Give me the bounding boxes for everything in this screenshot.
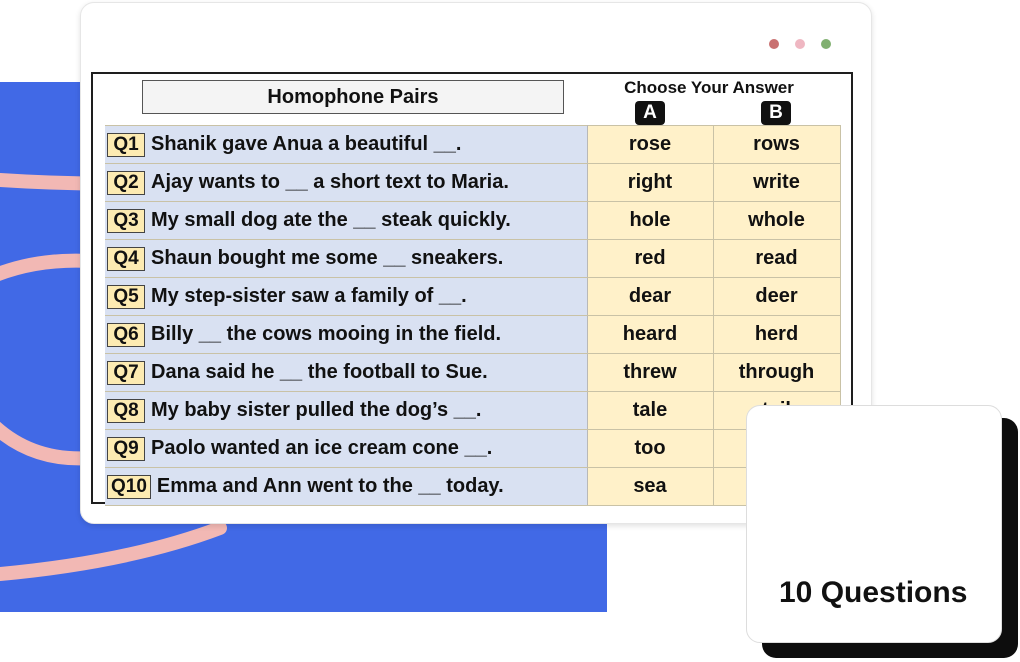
question-cell: Q2 Ajay wants to __ a short text to Maria… [105,163,588,202]
question-row: Q9Paolo wanted an ice cream cone __.toot… [105,429,841,468]
question-number: Q8 [107,398,145,423]
close-dot-icon[interactable] [769,39,779,49]
answer-b-option[interactable]: rows [712,125,841,164]
question-cell: Q6 Billy __ the cows mooing in the field. [105,315,588,354]
choice-a-key: A [635,101,665,125]
question-text: My baby sister pulled the dog’s __. [151,399,482,421]
answer-a-option[interactable]: right [586,163,714,202]
answer-b-option[interactable]: read [712,239,841,278]
question-number: Q2 [107,170,145,195]
question-row: Q7 Dana said he __ the football to Sue. th… [105,353,841,392]
answer-b-option[interactable]: write [712,163,841,202]
answer-a-option[interactable]: sea [586,467,714,506]
answer-a-option[interactable]: dear [586,277,714,316]
question-row: Q10 Emma and Ann went to the __ today. sea… [105,467,841,506]
question-number: Q9 [107,436,145,461]
question-text: My small dog ate the __ steak quickly. [151,209,511,231]
question-text: Emma and Ann went to the __ today. [156,475,504,497]
answer-b-option[interactable]: deer [712,277,841,316]
worksheet-title: Homophone Pairs [142,80,564,114]
question-count-card: 10 Questions [746,405,1002,643]
question-cell: Q4 Shaun bought me some __ sneakers. [105,239,588,278]
question-text: My step-sister saw a family of __. [151,285,467,307]
question-row: Q4 Shaun bought me some __ sneakers. red re… [105,239,841,278]
question-row: Q5 My step-sister saw a family of __. dear… [105,277,841,316]
answer-a-option[interactable]: tale [586,391,714,430]
question-count-label: 10 Questions [779,576,968,609]
question-cell: Q7 Dana said he __ the football to Sue. [105,353,588,392]
question-cell: Q5 My step-sister saw a family of __. [105,277,588,316]
question-row: Q6 Billy __ the cows mooing in the field.… [105,315,841,354]
question-cell: Q1 Shanik gave Anua a beautiful __. [105,125,588,164]
answer-a-option[interactable]: heard [586,315,714,354]
question-row: Q1 Shanik gave Anua a beautiful __. rose ro… [105,125,841,164]
question-number: Q1 [107,132,145,157]
answer-b-option[interactable]: through [712,353,841,392]
answer-a-option[interactable]: too [586,429,714,468]
question-cell: Q3 My small dog ate the __ steak quickly. [105,201,588,240]
question-number: Q10 [107,474,151,499]
choice-b-key: B [761,101,791,125]
question-number: Q7 [107,360,145,385]
question-number: Q5 [107,284,145,309]
question-text: Ajay wants to __ a short text to Maria. [151,171,509,193]
minimize-dot-icon[interactable] [795,39,805,49]
worksheet: Homophone Pairs Choose Your Answer A B Q… [91,72,853,506]
answer-b-option[interactable]: whole [712,201,841,240]
question-row: Q8 My baby sister pulled the dog’s __. tal… [105,391,841,430]
question-number: Q6 [107,322,145,347]
question-number: Q3 [107,208,145,233]
answer-a-option[interactable]: hole [586,201,714,240]
question-cell: Q8 My baby sister pulled the dog’s __. [105,391,588,430]
answer-a-option[interactable]: red [586,239,714,278]
question-text: Billy __ the cows mooing in the field. [151,323,502,345]
choose-answer-label: Choose Your Answer [624,78,794,97]
question-table: Q1 Shanik gave Anua a beautiful __. rose ro… [105,125,841,506]
question-number: Q4 [107,246,145,271]
question-row: Q2 Ajay wants to __ a short text to Maria… [105,163,841,202]
question-row: Q3 My small dog ate the __ steak quickly.… [105,201,841,240]
question-text: Dana said he __ the football to Sue. [151,361,488,383]
maximize-dot-icon[interactable] [821,39,831,49]
answer-a-option[interactable]: threw [586,353,714,392]
question-cell: Q9 Paolo wanted an ice cream cone __. [105,429,588,468]
question-text: Shanik gave Anua a beautiful __. [151,133,462,155]
question-text: Paolo wanted an ice cream cone __. [151,437,493,459]
question-cell: Q10 Emma and Ann went to the __ today. [105,467,588,506]
question-text: Shaun bought me some __ sneakers. [151,247,504,269]
answer-b-option[interactable]: herd [712,315,841,354]
answer-a-option[interactable]: rose [586,125,714,164]
